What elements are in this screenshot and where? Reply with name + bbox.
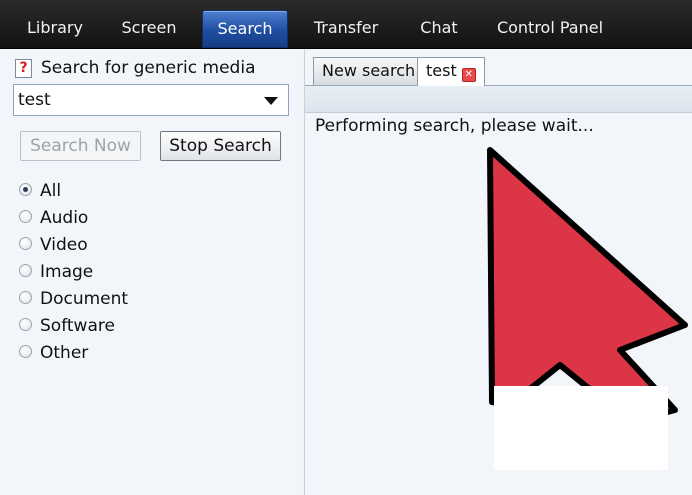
- radio-label-all: All: [40, 181, 62, 201]
- stop-search-button[interactable]: Stop Search: [160, 131, 281, 161]
- radio-label-other: Other: [40, 343, 89, 363]
- results-tab-strip: New search test ✕: [305, 49, 692, 86]
- search-query-combobox[interactable]: [13, 84, 289, 116]
- watermark-area: [494, 386, 668, 470]
- radio-label-image: Image: [40, 262, 94, 282]
- nav-tab-library[interactable]: Library: [14, 0, 96, 48]
- results-tab-test[interactable]: test ✕: [417, 57, 485, 86]
- search-panel: ? Search for generic media Search Now St…: [0, 49, 302, 495]
- search-status-text: Performing search, please wait...: [315, 116, 594, 136]
- radio-image[interactable]: [19, 263, 32, 277]
- radio-label-video: Video: [40, 235, 88, 255]
- radio-all[interactable]: [19, 182, 32, 196]
- radio-audio[interactable]: [19, 209, 32, 223]
- media-type-other[interactable]: Other: [19, 342, 88, 364]
- nav-tab-transfer[interactable]: Transfer: [300, 0, 392, 48]
- radio-document[interactable]: [19, 290, 32, 304]
- results-tab-label: New search: [322, 61, 416, 80]
- media-type-video[interactable]: Video: [19, 234, 88, 256]
- nav-tab-control-panel[interactable]: Control Panel: [488, 0, 612, 48]
- media-type-image[interactable]: Image: [19, 261, 93, 283]
- help-icon[interactable]: ?: [15, 59, 32, 78]
- results-tab-label: test: [426, 61, 457, 80]
- media-type-software[interactable]: Software: [19, 315, 115, 337]
- results-tab-new-search[interactable]: New search: [313, 57, 425, 85]
- radio-label-document: Document: [40, 289, 129, 309]
- nav-tab-search[interactable]: Search: [202, 10, 288, 48]
- close-icon[interactable]: ✕: [461, 68, 476, 82]
- radio-software[interactable]: [19, 317, 32, 331]
- search-now-button[interactable]: Search Now: [20, 131, 141, 161]
- results-toolbar: [305, 86, 692, 113]
- chevron-down-icon[interactable]: [264, 97, 278, 105]
- top-nav-bar: Library Screen Search Transfer Chat Cont…: [0, 0, 692, 49]
- app-window: Library Screen Search Transfer Chat Cont…: [0, 0, 692, 495]
- radio-label-audio: Audio: [40, 208, 89, 228]
- media-type-document[interactable]: Document: [19, 288, 128, 310]
- media-type-all[interactable]: All: [19, 180, 61, 202]
- search-panel-title: Search for generic media: [41, 58, 256, 78]
- radio-label-software: Software: [40, 316, 115, 336]
- search-input[interactable]: [18, 88, 258, 112]
- radio-other[interactable]: [19, 344, 32, 358]
- media-type-audio[interactable]: Audio: [19, 207, 88, 229]
- nav-tab-screen[interactable]: Screen: [108, 0, 190, 48]
- radio-video[interactable]: [19, 236, 32, 250]
- nav-tab-chat[interactable]: Chat: [404, 0, 474, 48]
